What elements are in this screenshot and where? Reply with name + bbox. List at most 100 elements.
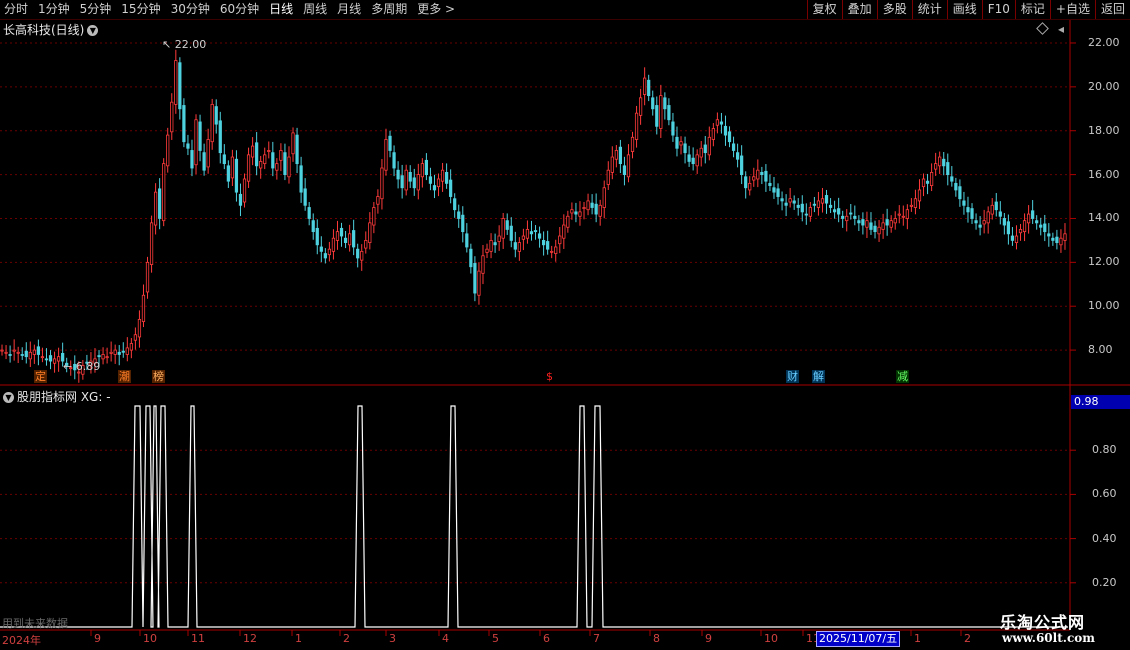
event-marker[interactable]: $ <box>545 370 554 383</box>
event-marker[interactable]: 榜 <box>152 370 165 383</box>
candle-body <box>554 246 558 254</box>
candle-body <box>279 150 283 161</box>
candle-body <box>780 198 784 202</box>
candle-body <box>707 136 711 156</box>
candle-body <box>525 229 530 239</box>
candle-body <box>444 171 449 184</box>
candle-body <box>610 156 614 173</box>
candle-body <box>582 207 586 209</box>
candle-body <box>699 147 703 158</box>
event-marker[interactable]: 减 <box>896 370 909 383</box>
candle-body <box>558 235 562 245</box>
time-tick-label: 6 <box>543 632 550 645</box>
candle-body <box>218 120 222 154</box>
event-marker[interactable]: 潮 <box>118 370 131 383</box>
candle-body <box>521 235 526 240</box>
candle-body <box>315 227 319 246</box>
candle-body <box>513 242 517 250</box>
candle-body <box>145 261 150 293</box>
time-tick-label: 2 <box>964 632 971 645</box>
candle-body <box>865 220 869 228</box>
candle-body <box>335 231 340 241</box>
time-tick-label: 3 <box>389 632 396 645</box>
candle-body <box>206 139 210 168</box>
candle-body <box>255 142 259 167</box>
candle-body <box>24 350 28 358</box>
candle-body <box>449 179 453 197</box>
candle-body <box>327 248 332 256</box>
candle-body <box>295 134 299 165</box>
price-tick-label: 14.00 <box>1088 211 1120 225</box>
candle-body <box>408 171 412 182</box>
candle-body <box>16 351 20 354</box>
candle-body <box>412 177 416 189</box>
time-tick-label: 1 <box>914 632 921 645</box>
candle-body <box>869 222 873 230</box>
candle-body <box>784 202 788 206</box>
candle-body <box>271 152 275 169</box>
candle-body <box>121 350 125 353</box>
candle-body <box>966 207 970 213</box>
candle-body <box>723 125 728 136</box>
candle-body <box>703 144 707 154</box>
candle-body <box>768 182 772 186</box>
event-marker[interactable]: 解 <box>812 370 825 383</box>
candle-body <box>388 135 392 151</box>
candle-body <box>695 154 699 167</box>
candle-body <box>162 163 166 222</box>
candle-body <box>12 349 16 352</box>
candle-body <box>788 198 792 203</box>
candle-body <box>517 242 521 252</box>
candle-body <box>614 150 618 160</box>
price-tick-label: 12.00 <box>1088 255 1120 269</box>
candle-body <box>250 145 255 158</box>
candle-body <box>501 218 505 239</box>
candle-body <box>877 226 881 235</box>
candle-body <box>727 131 732 143</box>
candle-body <box>881 222 885 230</box>
time-tick-label: 10 <box>764 632 778 645</box>
candle-body <box>622 165 627 175</box>
event-marker[interactable]: 定 <box>34 370 47 383</box>
candle-body <box>396 169 400 180</box>
candle-body <box>352 230 356 248</box>
candle-body <box>263 154 267 165</box>
candle-body <box>384 139 388 171</box>
candle-body <box>889 220 893 228</box>
candle-body <box>158 188 162 219</box>
candle-body <box>550 250 554 253</box>
chevron-down-icon[interactable]: ▼ <box>3 392 14 403</box>
candle-body <box>659 95 663 129</box>
candle-body <box>198 121 202 151</box>
candle-body <box>8 354 12 356</box>
candle-body <box>832 209 837 213</box>
candle-body <box>4 351 8 354</box>
candle-body <box>537 233 542 239</box>
candle-body <box>56 356 61 362</box>
candle-body <box>461 214 465 233</box>
candle-body <box>901 215 905 218</box>
candle-body <box>574 211 578 215</box>
candle-body <box>715 119 720 126</box>
candle-body <box>618 146 623 165</box>
candle-body <box>319 246 323 252</box>
candle-body <box>376 196 380 205</box>
price-tick-label: 18.00 <box>1088 123 1120 137</box>
candle-body <box>40 356 45 359</box>
candle-body <box>210 103 214 143</box>
candle-body <box>428 176 433 184</box>
candle-body <box>194 119 198 166</box>
candle-body <box>0 349 4 352</box>
candle-body <box>1047 233 1051 237</box>
candle-body <box>20 354 24 356</box>
candle-body <box>816 200 821 208</box>
price-tick-label: 20.00 <box>1088 79 1120 93</box>
candle-body <box>942 158 946 167</box>
candle-body <box>1035 220 1039 224</box>
event-marker[interactable]: 财 <box>786 370 799 383</box>
candle-body <box>735 152 740 160</box>
candle-body <box>570 209 574 214</box>
indicator-tick-label: 0.80 <box>1092 443 1117 457</box>
candle-body <box>837 208 841 215</box>
candle-body <box>934 163 938 170</box>
